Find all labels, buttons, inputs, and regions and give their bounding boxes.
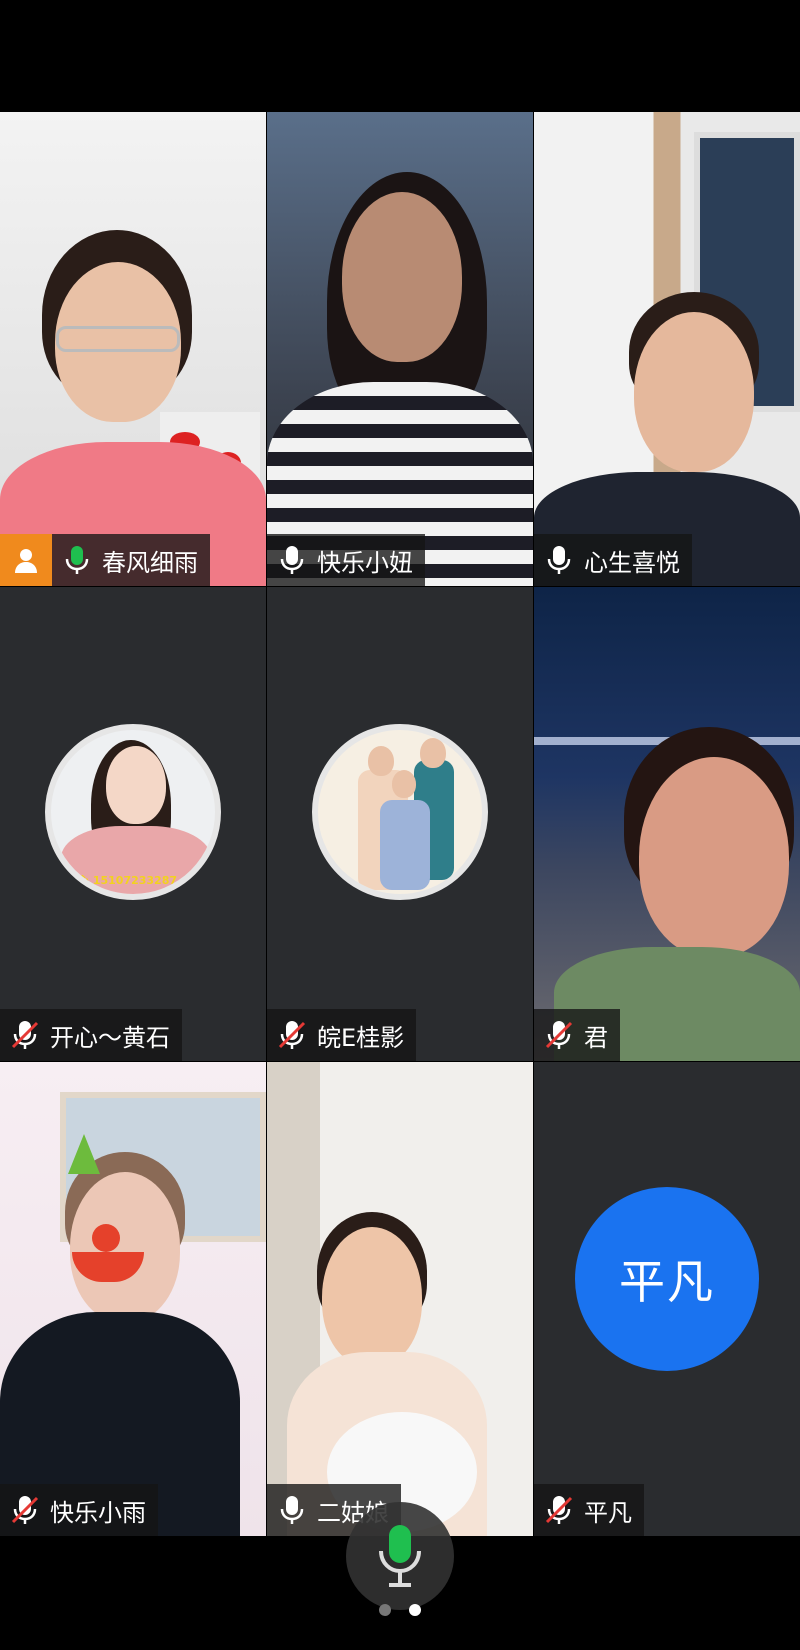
participant-name: 平凡	[584, 1498, 632, 1527]
participant-label: 开心～黄石	[0, 1009, 182, 1061]
avatar-overlay-text: 开心 15107233287	[67, 874, 178, 887]
participant-label: 君	[534, 1009, 620, 1061]
participant-name: 心生喜悦	[584, 548, 680, 577]
participant-tile[interactable]: 快乐小雨	[0, 1062, 266, 1536]
avatar	[312, 724, 488, 900]
participant-name: 快乐小妞	[317, 548, 413, 577]
participant-name: 君	[584, 1023, 608, 1052]
participant-video	[267, 112, 533, 586]
participant-label: 心生喜悦	[534, 534, 692, 586]
host-icon	[0, 534, 52, 586]
participant-tile[interactable]: 快乐小妞	[267, 112, 533, 586]
participant-tile[interactable]: 春风细雨	[0, 112, 266, 586]
participant-tile[interactable]: 心生喜悦	[534, 112, 800, 586]
page-dot-current[interactable]	[409, 1604, 421, 1616]
participant-video	[0, 112, 266, 586]
mic-icon	[280, 1496, 304, 1524]
mic-muted-icon	[545, 1021, 573, 1049]
participant-tile[interactable]: 开心 15107233287 开心～黄石	[0, 587, 266, 1061]
avatar-text: 平凡	[575, 1187, 759, 1371]
participant-label: 平凡	[534, 1484, 644, 1536]
participant-video	[534, 112, 800, 586]
participant-label: 快乐小妞	[267, 534, 425, 586]
page-dot[interactable]	[379, 1604, 391, 1616]
participant-name: 春风细雨	[102, 548, 198, 577]
participant-label: 春风细雨	[52, 534, 210, 586]
mic-icon	[280, 546, 304, 574]
participant-label: 快乐小雨	[0, 1484, 158, 1536]
participant-tile[interactable]: 君	[534, 587, 800, 1061]
participant-video	[534, 587, 800, 1061]
participant-video	[0, 1062, 266, 1536]
mic-muted-icon	[278, 1021, 306, 1049]
mic-icon	[379, 1525, 421, 1587]
mic-muted-icon	[11, 1496, 39, 1524]
mic-muted-icon	[545, 1496, 573, 1524]
mic-icon	[65, 546, 89, 574]
participant-name: 皖E桂影	[317, 1023, 405, 1052]
participant-tile[interactable]: 皖E桂影	[267, 587, 533, 1061]
video-grid: 春风细雨 快乐小妞 心生喜悦 开心 15107233287 开心～黄石 皖E桂影…	[0, 112, 800, 1536]
participant-tile[interactable]: 平凡 平凡	[534, 1062, 800, 1536]
mic-icon	[547, 546, 571, 574]
participant-name: 快乐小雨	[50, 1498, 146, 1527]
participant-name: 开心～黄石	[50, 1023, 170, 1052]
mic-muted-icon	[11, 1021, 39, 1049]
avatar: 开心 15107233287	[45, 724, 221, 900]
participant-label: 皖E桂影	[267, 1009, 417, 1061]
participant-tile[interactable]: 二姑娘	[267, 1062, 533, 1536]
participant-video	[267, 1062, 533, 1536]
page-indicator	[0, 1604, 800, 1616]
mic-toggle-button[interactable]	[346, 1502, 454, 1610]
